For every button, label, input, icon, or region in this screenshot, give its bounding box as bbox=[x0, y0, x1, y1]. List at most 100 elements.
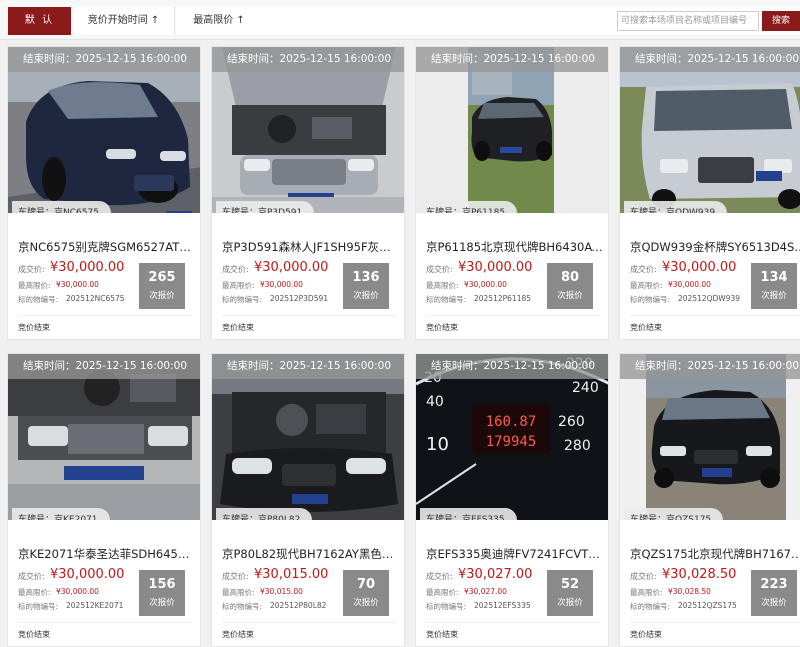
card-divider bbox=[426, 622, 600, 623]
auction-status: 竞价结束 bbox=[18, 630, 50, 639]
max-price: ¥30,015.00 bbox=[260, 587, 303, 596]
auction-status: 竞价结束 bbox=[426, 323, 458, 332]
vehicle-photo[interactable]: 结束时间：2025-12-15 16:00:00 车牌号：京P61185 bbox=[416, 47, 608, 213]
bid-count: 136 bbox=[352, 270, 380, 285]
end-time-banner: 结束时间：2025-12-15 16:00:00 bbox=[416, 354, 608, 379]
bid-count-label: 次报价 bbox=[557, 598, 583, 608]
lot-number: 202512P61185 bbox=[474, 294, 532, 303]
bid-count: 80 bbox=[560, 270, 580, 285]
auction-card[interactable]: 结束时间：2025-12-15 16:00:00 车牌号：京QDW939 京QD… bbox=[619, 46, 800, 340]
bid-count-label: 次报价 bbox=[761, 598, 787, 608]
card-title[interactable]: 京NC6575别克牌SGM6527AT蓝色小型普通客车 bbox=[18, 239, 196, 255]
deal-price: ¥30,027.00 bbox=[458, 567, 533, 582]
plate-number: 车牌号：京P61185 bbox=[420, 201, 518, 213]
card-title[interactable]: 京QDW939金杯牌SY6513D4S1BH银色小型普通客车 bbox=[630, 239, 800, 255]
max-price: ¥30,000.00 bbox=[260, 280, 303, 289]
card-divider bbox=[18, 315, 192, 316]
max-price-label: 最高限价: bbox=[630, 281, 663, 290]
svg-text:260: 260 bbox=[558, 414, 585, 430]
max-price-label: 最高限价: bbox=[630, 588, 663, 597]
card-title[interactable]: 京QZS175北京现代牌BH7167BAY黑色小型轿车 bbox=[630, 546, 800, 562]
vehicle-photo[interactable]: 20 40 220 240 260 280 10 160.87 179945 结… bbox=[416, 354, 608, 520]
bid-count: 52 bbox=[560, 577, 580, 592]
vehicle-photo[interactable]: 结束时间：2025-12-15 16:00:00 车牌号：京NC6575 bbox=[8, 47, 200, 213]
card-divider bbox=[426, 315, 600, 316]
card-divider bbox=[222, 622, 396, 623]
max-price: ¥30,000.00 bbox=[56, 587, 99, 596]
card-divider bbox=[222, 315, 396, 316]
auction-card[interactable]: 结束时间：2025-12-15 16:00:00 车牌号：京NC6575 京NC… bbox=[7, 46, 201, 340]
bid-count-badge: 265 次报价 bbox=[139, 263, 185, 309]
auction-card[interactable]: 结束时间：2025-12-15 16:00:00 车牌号：京P3D591 京P3… bbox=[211, 46, 405, 340]
max-price: ¥30,028.50 bbox=[668, 587, 711, 596]
end-time-banner: 结束时间：2025-12-15 16:00:00 bbox=[212, 47, 404, 72]
bid-count-badge: 223 次报价 bbox=[751, 570, 797, 616]
end-time-banner: 结束时间：2025-12-15 16:00:00 bbox=[620, 354, 800, 379]
lot-number-label: 标的物编号: bbox=[426, 295, 467, 304]
card-title[interactable]: 京EFS335奥迪牌FV7241FCVTG黑色小型轿车 bbox=[426, 546, 604, 562]
svg-text:10: 10 bbox=[426, 434, 449, 455]
auction-card[interactable]: 结束时间：2025-12-15 16:00:00 车牌号：京P61185 京P6… bbox=[415, 46, 609, 340]
lot-number-label: 标的物编号: bbox=[426, 602, 467, 611]
search-button[interactable]: 搜索 bbox=[762, 11, 800, 31]
sort-start-time-button[interactable]: 竞价开始时间 ↑ bbox=[73, 7, 175, 35]
bid-count-label: 次报价 bbox=[149, 291, 175, 301]
auction-card[interactable]: 结束时间：2025-12-15 16:00:00 车牌号：京QZS175 京QZ… bbox=[619, 353, 800, 647]
vehicle-photo[interactable]: 结束时间：2025-12-15 16:00:00 车牌号：京P80L82 bbox=[212, 354, 404, 520]
card-divider bbox=[18, 622, 192, 623]
vehicle-photo[interactable]: 结束时间：2025-12-15 16:00:00 车牌号：京QDW939 bbox=[620, 47, 800, 213]
deal-price: ¥30,000.00 bbox=[458, 260, 533, 275]
odometer-trip: 160.87 bbox=[486, 414, 537, 430]
max-price: ¥30,000.00 bbox=[56, 280, 99, 289]
deal-price-label: 成交价: bbox=[426, 572, 453, 581]
vehicle-photo[interactable]: 结束时间：2025-12-15 16:00:00 车牌号：京KE2071 bbox=[8, 354, 200, 520]
card-divider bbox=[630, 315, 800, 316]
bid-count-badge: 136 次报价 bbox=[343, 263, 389, 309]
sort-default-button[interactable]: 默 认 bbox=[8, 7, 71, 35]
lot-number-label: 标的物编号: bbox=[630, 295, 671, 304]
card-title[interactable]: 京P61185北京现代牌BH6430AY黑色小型越野客车 bbox=[426, 239, 604, 255]
bid-count-label: 次报价 bbox=[353, 598, 379, 608]
auction-card[interactable]: 结束时间：2025-12-15 16:00:00 车牌号：京KE2071 京KE… bbox=[7, 353, 201, 647]
auction-card[interactable]: 20 40 220 240 260 280 10 160.87 179945 结… bbox=[415, 353, 609, 647]
bid-count: 223 bbox=[760, 577, 788, 592]
max-price-label: 最高限价: bbox=[222, 281, 255, 290]
lot-number: 202512QDW939 bbox=[678, 294, 741, 303]
svg-text:240: 240 bbox=[572, 380, 599, 396]
lot-number: 202512P3D591 bbox=[270, 294, 329, 303]
lot-number: 202512NC6575 bbox=[66, 294, 125, 303]
sort-max-price-button[interactable]: 最高限价 ↑ bbox=[176, 7, 262, 35]
auction-status: 竞价结束 bbox=[630, 323, 662, 332]
deal-price-label: 成交价: bbox=[426, 265, 453, 274]
max-price-label: 最高限价: bbox=[18, 588, 51, 597]
odometer-total: 179945 bbox=[486, 434, 537, 450]
lot-number: 202512KE2071 bbox=[66, 601, 124, 610]
bid-count-badge: 52 次报价 bbox=[547, 570, 593, 616]
plate-number: 车牌号：京P3D591 bbox=[216, 201, 315, 213]
deal-price: ¥30,028.50 bbox=[662, 567, 737, 582]
auction-status: 竞价结束 bbox=[630, 630, 662, 639]
deal-price-label: 成交价: bbox=[222, 572, 249, 581]
plate-number: 车牌号：京P80L82 bbox=[216, 508, 313, 520]
search-input[interactable] bbox=[617, 11, 759, 31]
end-time-banner: 结束时间：2025-12-15 16:00:00 bbox=[8, 47, 200, 72]
bid-count-badge: 80 次报价 bbox=[547, 263, 593, 309]
lot-number-label: 标的物编号: bbox=[630, 602, 671, 611]
end-time-banner: 结束时间：2025-12-15 16:00:00 bbox=[620, 47, 800, 72]
vehicle-photo[interactable]: 结束时间：2025-12-15 16:00:00 车牌号：京P3D591 bbox=[212, 47, 404, 213]
deal-price: ¥30,000.00 bbox=[50, 260, 125, 275]
card-title[interactable]: 京P3D591森林人JF1SH95F灰色小型越野客车 bbox=[222, 239, 400, 255]
card-title[interactable]: 京KE2071华泰圣达菲SDH6450F银色小型越野客车 bbox=[18, 546, 196, 562]
deal-price: ¥30,000.00 bbox=[50, 567, 125, 582]
plate-number: 车牌号：京EFS335 bbox=[420, 508, 517, 520]
end-time-banner: 结束时间：2025-12-15 16:00:00 bbox=[212, 354, 404, 379]
vehicle-photo[interactable]: 结束时间：2025-12-15 16:00:00 车牌号：京QZS175 bbox=[620, 354, 800, 520]
bid-count-label: 次报价 bbox=[353, 291, 379, 301]
auction-card[interactable]: 结束时间：2025-12-15 16:00:00 车牌号：京P80L82 京P8… bbox=[211, 353, 405, 647]
card-title[interactable]: 京P80L82现代BH7162AY黑色小型轿车 bbox=[222, 546, 400, 562]
bid-count-badge: 156 次报价 bbox=[139, 570, 185, 616]
deal-price-label: 成交价: bbox=[18, 572, 45, 581]
card-divider bbox=[630, 622, 800, 623]
bid-count: 70 bbox=[356, 577, 376, 592]
bid-count-label: 次报价 bbox=[761, 291, 787, 301]
